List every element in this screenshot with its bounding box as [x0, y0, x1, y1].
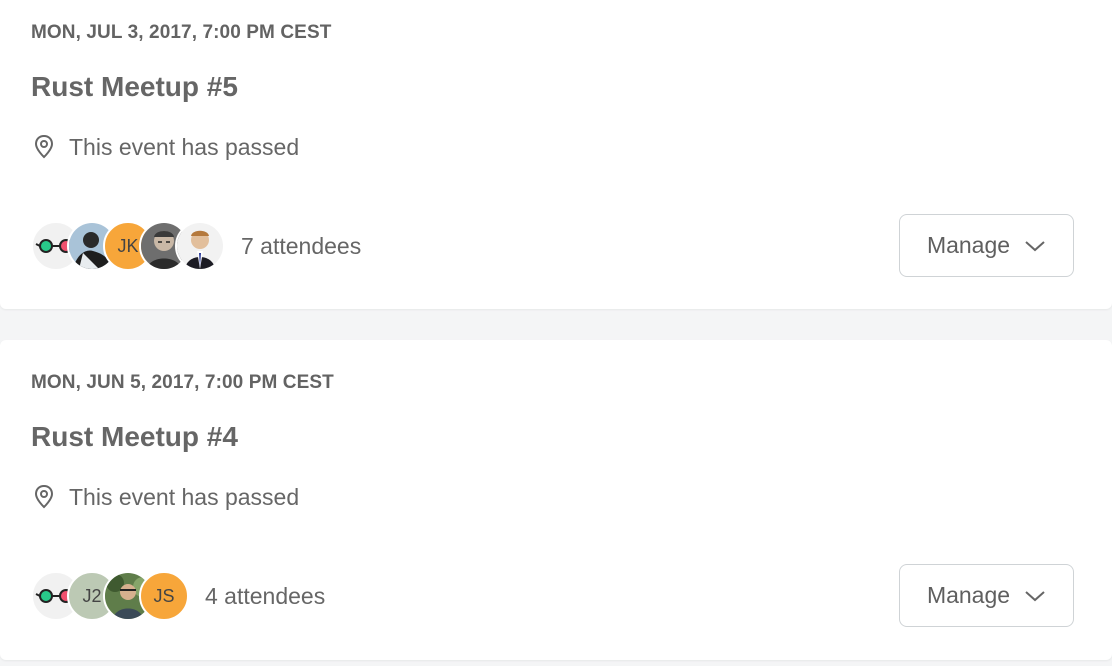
attendee-avatars[interactable]: JK	[31, 221, 225, 271]
attendee-count[interactable]: 4 attendees	[205, 583, 325, 610]
location-pin-icon	[31, 484, 57, 510]
initials-avatar[interactable]: JS	[139, 571, 189, 621]
location-pin-icon	[31, 134, 57, 160]
manage-button[interactable]: Manage	[899, 564, 1074, 627]
photo-avatar[interactable]	[175, 221, 225, 271]
event-card[interactable]: MON, JUL 3, 2017, 7:00 PM CEST Rust Meet…	[0, 0, 1112, 309]
chevron-down-icon	[1024, 589, 1046, 603]
manage-button[interactable]: Manage	[899, 214, 1074, 277]
avatar-initials: JK	[117, 235, 139, 256]
event-title[interactable]: Rust Meetup #5	[31, 71, 238, 103]
event-title[interactable]: Rust Meetup #4	[31, 421, 238, 453]
location-text: This event has passed	[69, 133, 300, 160]
attendees-section[interactable]: JK 7 attendees	[31, 221, 361, 271]
chevron-down-icon	[1024, 239, 1046, 253]
attendee-count[interactable]: 7 attendees	[241, 233, 361, 260]
event-location: This event has passed	[31, 482, 299, 512]
attendees-section[interactable]: J2 JS 4 attendees	[31, 571, 325, 621]
location-text: This event has passed	[69, 483, 300, 510]
event-location: This event has passed	[31, 132, 299, 162]
manage-label: Manage	[926, 582, 1011, 608]
manage-label: Manage	[926, 232, 1011, 258]
attendee-avatars[interactable]: J2 JS	[31, 571, 189, 621]
avatar-initials: JS	[153, 585, 175, 606]
event-date: MON, JUN 5, 2017, 7:00 PM CEST	[31, 372, 334, 393]
event-date: MON, JUL 3, 2017, 7:00 PM CEST	[31, 22, 332, 43]
avatar-initials: J2	[82, 585, 102, 606]
event-card[interactable]: MON, JUN 5, 2017, 7:00 PM CEST Rust Meet…	[0, 340, 1112, 660]
